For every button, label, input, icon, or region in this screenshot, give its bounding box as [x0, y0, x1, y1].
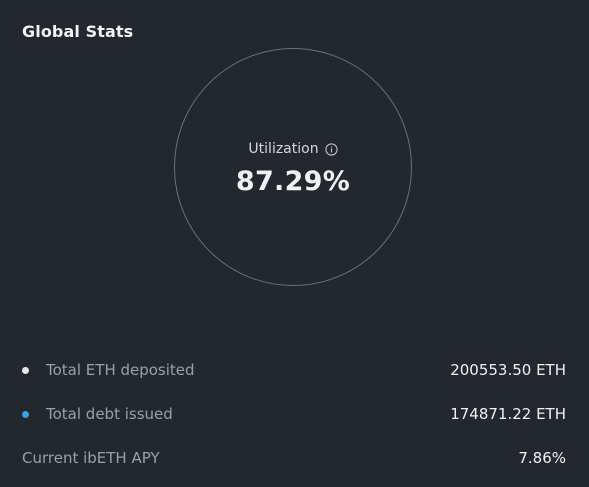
stat-row-current-ibeth-apy: Current ibETH APY 7.86%: [22, 436, 566, 480]
utilization-label-row: Utilization: [175, 141, 411, 157]
stat-label: Total ETH deposited: [46, 361, 195, 379]
stat-value: 200553.50 ETH: [450, 361, 566, 379]
stat-row-total-debt-issued: Total debt issued 174871.22 ETH: [22, 392, 566, 436]
stat-row-total-eth-deposited: Total ETH deposited 200553.50 ETH: [22, 348, 566, 392]
utilization-gauge: Utilization 87.29%: [174, 48, 412, 286]
stat-left: Total ETH deposited: [22, 361, 195, 379]
stat-value: 7.86%: [518, 449, 566, 467]
stat-left: Current ibETH APY: [22, 449, 160, 467]
stat-label: Total debt issued: [46, 405, 173, 423]
utilization-label: Utilization: [248, 141, 319, 157]
deposit-dot-icon: [22, 366, 29, 374]
stats-list: Total ETH deposited 200553.50 ETH Total …: [22, 348, 566, 480]
stat-left: Total debt issued: [22, 405, 173, 423]
info-icon[interactable]: [324, 142, 338, 156]
stat-value: 174871.22 ETH: [450, 405, 566, 423]
stat-label: Current ibETH APY: [22, 449, 160, 467]
debt-dot-icon: [22, 410, 29, 418]
utilization-value: 87.29%: [235, 166, 351, 197]
panel-title: Global Stats: [22, 22, 134, 41]
